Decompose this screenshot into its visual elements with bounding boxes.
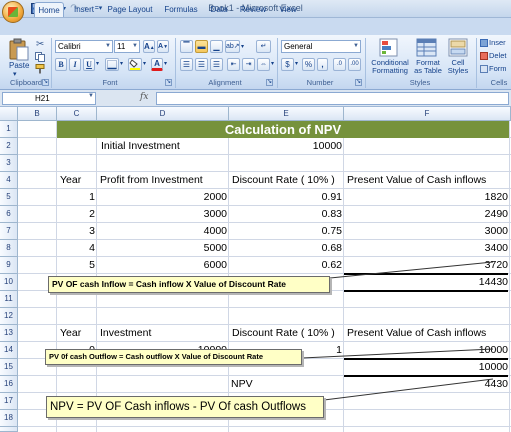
callout-line — [301, 348, 494, 359]
pv-outflow-note[interactable]: PV 0f cash Outflow = Cash outflow X Valu… — [45, 349, 302, 365]
pv-inflow-note[interactable]: PV OF cash Inflow = Cash inflow X Value … — [48, 276, 330, 293]
callout-line — [323, 378, 494, 401]
callout-line — [329, 261, 494, 279]
office-logo-icon — [8, 7, 18, 17]
office-button[interactable] — [2, 1, 24, 23]
npv-formula-note[interactable]: NPV = PV OF Cash inflows - PV Of cash Ou… — [46, 396, 324, 418]
callout-connectors — [301, 261, 494, 401]
